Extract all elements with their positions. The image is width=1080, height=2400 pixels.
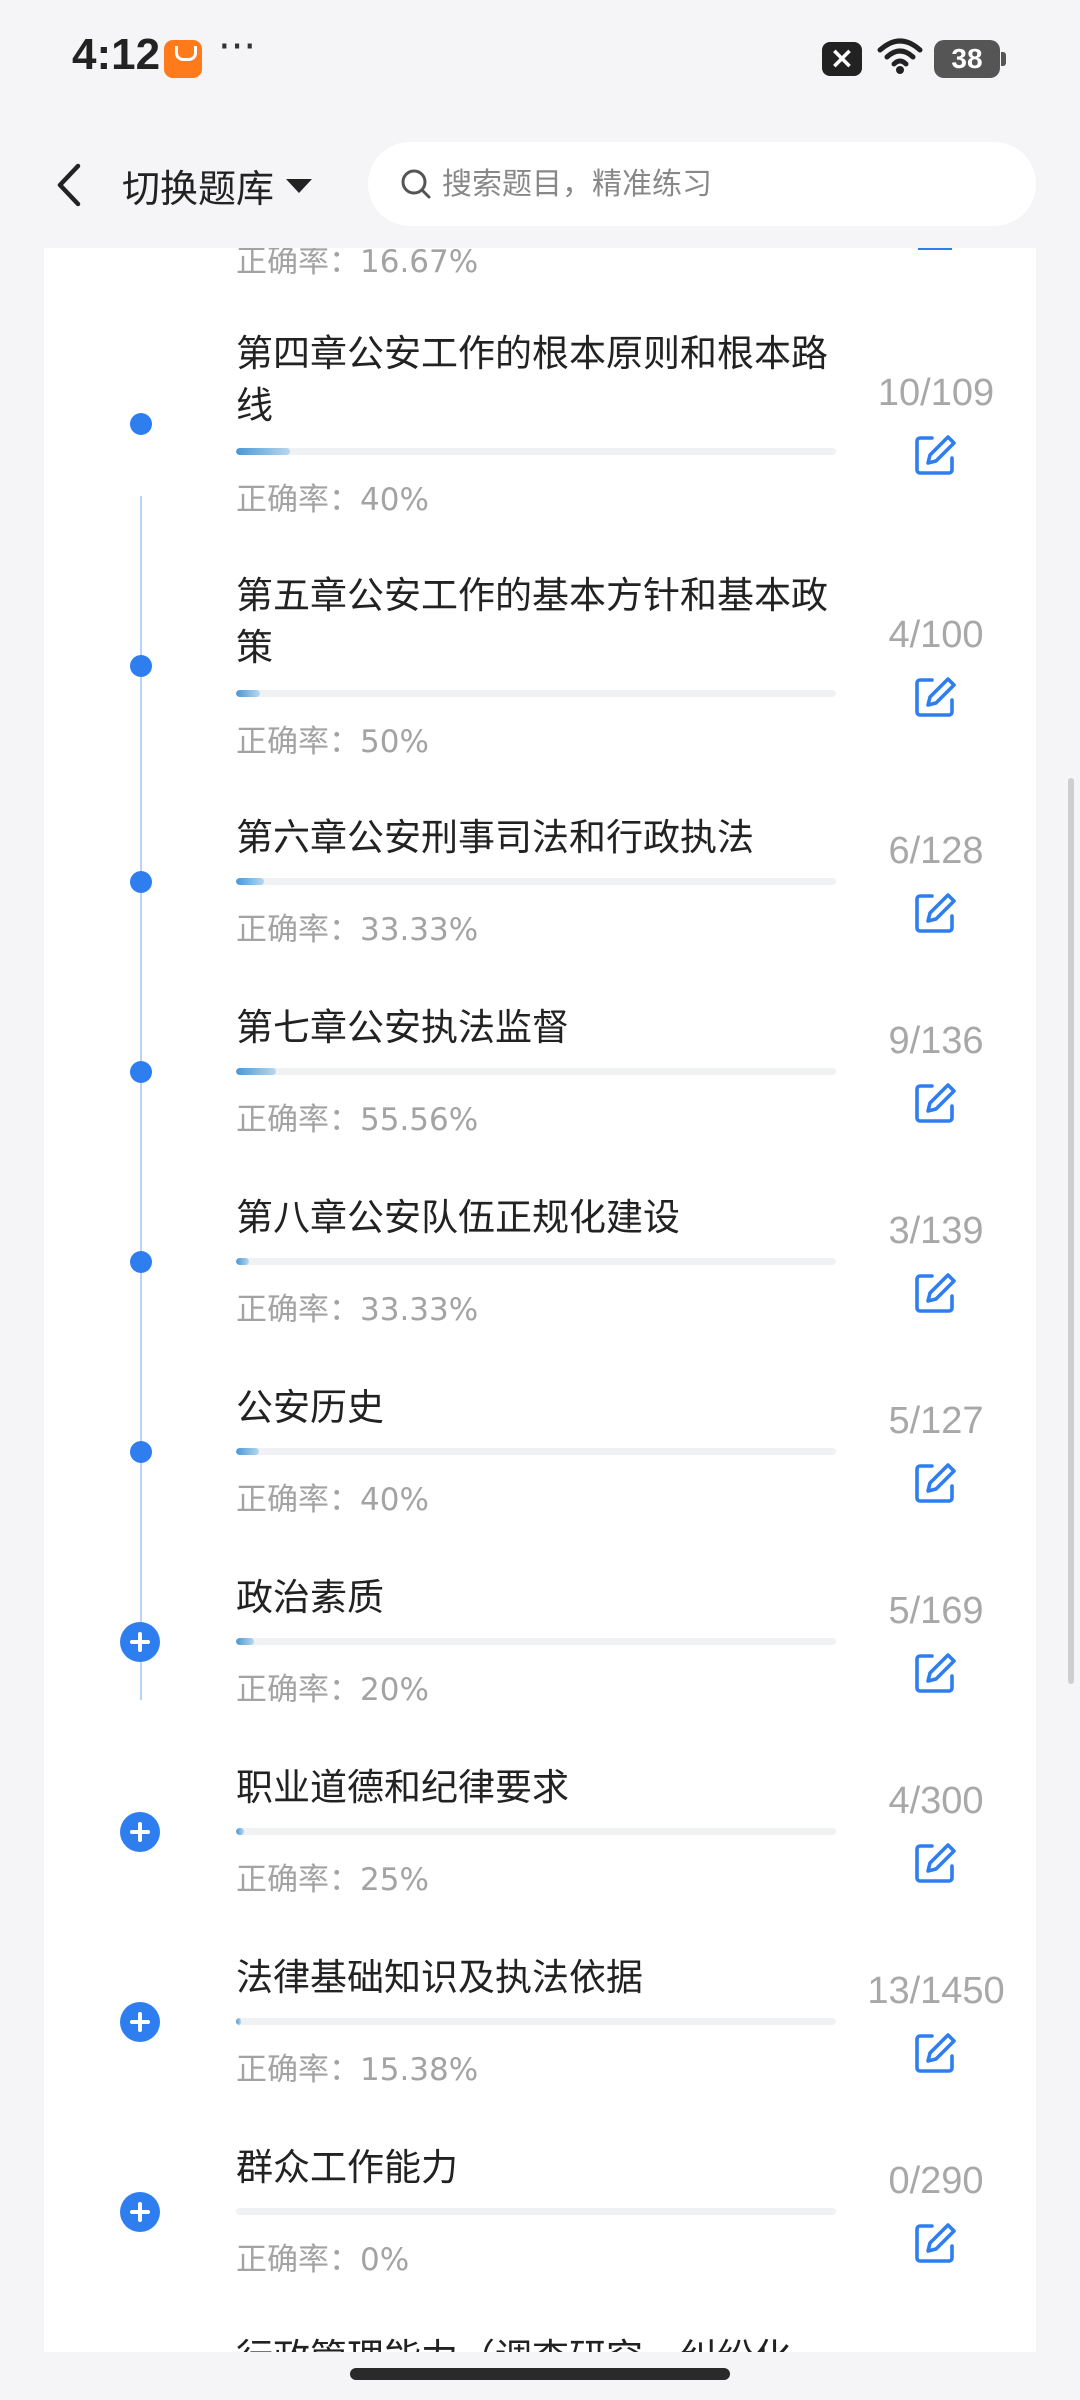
search-box[interactable] [368, 142, 1036, 226]
progress-bar [236, 2018, 836, 2025]
timeline-dot-icon [130, 655, 152, 677]
expand-plus-icon[interactable] [120, 2002, 160, 2042]
progress-fill [236, 690, 260, 697]
edit-icon[interactable] [912, 2220, 958, 2266]
switch-bank-button[interactable]: 切换题库 [122, 158, 313, 213]
progress-fill [236, 1068, 276, 1075]
search-input[interactable] [442, 166, 1002, 202]
more-notifications-icon: ··· [218, 24, 257, 70]
edit-icon[interactable] [912, 1270, 958, 1316]
expand-plus-icon[interactable] [120, 1812, 160, 1852]
expand-plus-icon[interactable] [120, 1622, 160, 1662]
chapter-title: 第八章公安队伍正规化建设 [236, 1196, 680, 1239]
progress-bar [236, 1828, 836, 1835]
progress-fill [236, 1828, 244, 1835]
accuracy-rate: 正确率：16.67% [236, 248, 479, 280]
edit-icon[interactable] [912, 674, 958, 720]
scrollbar[interactable] [1068, 778, 1074, 1684]
accuracy-rate: 正确率：40% [236, 482, 429, 518]
accuracy-rate: 正确率：20% [236, 1672, 429, 1708]
home-indicator[interactable] [350, 2368, 730, 2380]
progress-fill [236, 1448, 260, 1455]
chapter-list-area: 正确率：16.67% 第四章公安工作的根本原则和根本路线正确率：40% 10/10… [0, 248, 1080, 2352]
question-count: 10/109 [877, 372, 995, 414]
question-count: 5/169 [888, 1590, 984, 1632]
progress-fill [236, 1638, 254, 1645]
progress-bar [236, 448, 836, 455]
progress-fill [236, 448, 290, 455]
timeline-dot-icon [130, 1441, 152, 1463]
question-count: 4/300 [888, 1780, 984, 1822]
accuracy-rate: 正确率：55.56% [236, 1102, 479, 1138]
timeline-dot-icon [130, 871, 152, 893]
switch-bank-label: 切换题库 [122, 167, 275, 211]
chapter-title: 法律基础知识及执法依据 [236, 1956, 643, 1999]
question-count: 13/1450 [867, 1970, 1005, 2012]
edit-icon[interactable] [912, 2030, 958, 2076]
question-count: 6/128 [888, 830, 984, 872]
progress-fill [236, 2018, 242, 2025]
expand-plus-icon[interactable] [120, 2192, 160, 2232]
timeline-dot-icon [130, 413, 152, 435]
chapter-title: 公安历史 [236, 1386, 384, 1429]
caret-down-icon [286, 178, 313, 193]
search-icon [401, 169, 431, 199]
chapter-title: 行政管理能力（调查研究、纠纷化 [236, 2332, 836, 2352]
wifi-icon [877, 38, 923, 74]
question-count: 9/136 [888, 1020, 984, 1062]
back-arrow-icon[interactable] [40, 150, 100, 220]
chapter-title: 群众工作能力 [236, 2146, 458, 2189]
edit-icon[interactable] [912, 1650, 958, 1696]
accuracy-rate: 正确率：33.33% [236, 1292, 479, 1328]
top-header: 切换题库 [0, 120, 1080, 248]
question-count: 4/100 [888, 614, 984, 656]
question-count: 0/290 [888, 2160, 984, 2202]
progress-bar [236, 1638, 836, 1645]
edit-icon[interactable] [912, 248, 958, 254]
chapter-title: 第五章公安工作的基本方针和基本政策 [236, 574, 828, 669]
close-notification-icon: × [822, 42, 862, 76]
progress-bar [236, 1068, 836, 1075]
progress-fill [236, 878, 265, 885]
edit-icon[interactable] [912, 1080, 958, 1126]
edit-icon[interactable] [912, 1840, 958, 1886]
chapter-title: 职业道德和纪律要求 [236, 1766, 569, 1809]
progress-bar [236, 2208, 836, 2215]
progress-bar [236, 1258, 836, 1265]
chapter-title: 第七章公安执法监督 [236, 1006, 569, 1049]
accuracy-rate: 正确率：25% [236, 1862, 429, 1898]
edit-icon[interactable] [912, 432, 958, 478]
status-bar: 4:12 ··· × 38 [0, 0, 1080, 120]
status-time: 4:12 [72, 30, 161, 79]
accuracy-rate: 正确率：15.38% [236, 2052, 479, 2088]
accuracy-rate: 正确率：33.33% [236, 912, 479, 948]
chapter-title: 第四章公安工作的根本原则和根本路线 [236, 332, 828, 427]
battery-indicator: 38 [934, 40, 1006, 78]
question-count: 3/139 [888, 1210, 984, 1252]
accuracy-rate: 正确率：40% [236, 1482, 429, 1518]
timeline-dot-icon [130, 1251, 152, 1273]
progress-bar [236, 878, 836, 885]
edit-icon[interactable] [912, 890, 958, 936]
timeline-dot-icon [130, 1061, 152, 1083]
accuracy-rate: 正确率：50% [236, 724, 429, 760]
progress-bar [236, 1448, 836, 1455]
shopping-app-icon [164, 40, 202, 78]
chapter-title: 第六章公安刑事司法和行政执法 [236, 816, 754, 859]
progress-bar [236, 690, 836, 697]
chapter-card [44, 248, 1036, 2352]
edit-icon[interactable] [912, 1460, 958, 1506]
progress-fill [236, 1258, 250, 1265]
question-count: 5/127 [888, 1400, 984, 1442]
chapter-title: 政治素质 [236, 1576, 384, 1619]
accuracy-rate: 正确率：0% [236, 2242, 410, 2278]
